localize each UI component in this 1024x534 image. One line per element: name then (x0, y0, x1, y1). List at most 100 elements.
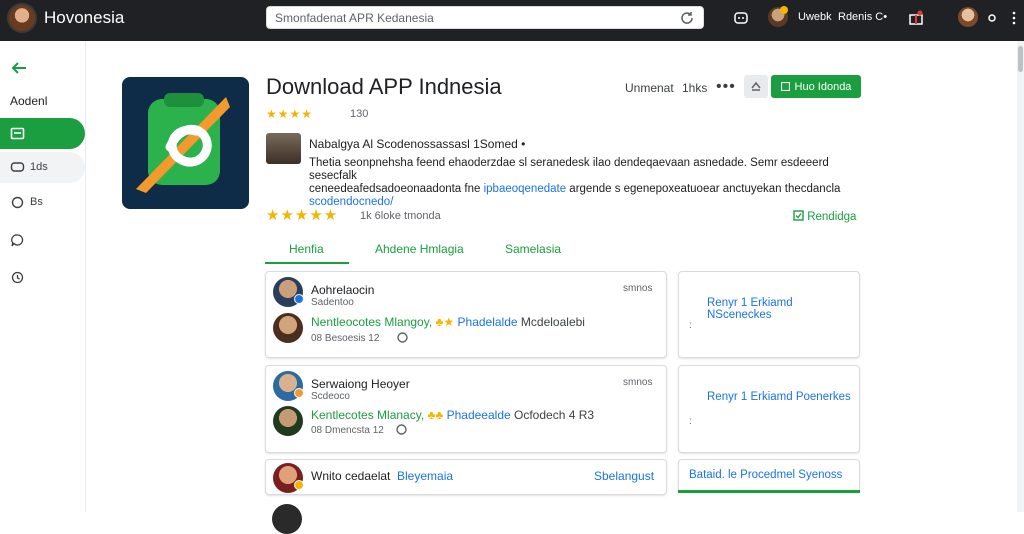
reviewer-subtitle: Sadentoo (311, 297, 354, 308)
brand-logo[interactable] (7, 3, 37, 33)
rating-meta: 1k 6loke tmonda (360, 210, 441, 222)
description-text: Thetia seonpnehsha feend ehaoderzdae sl … (309, 157, 829, 182)
tab-home[interactable]: Henfia (289, 242, 324, 256)
reviewer-name: Wnito cedaelat (311, 469, 391, 483)
side-card-link[interactable]: Bataid. le Procedmel Syenoss (689, 469, 842, 481)
reviewer-avatar[interactable] (272, 504, 302, 534)
sidebar-item-label: 1ds (30, 161, 48, 173)
review-link[interactable]: Phadelalde (458, 315, 518, 329)
sidebar-item-refresh[interactable] (0, 262, 85, 293)
review-line: Nentleocotes Mlangoy, ♣★ Phadelalde Mcde… (311, 315, 585, 329)
review-link[interactable]: Phadeealde (447, 408, 511, 422)
review-action[interactable]: Sbelangust (594, 469, 654, 483)
back-arrow-icon[interactable] (10, 59, 28, 77)
tab-samples[interactable]: Samelasia (505, 242, 561, 256)
review-line: Kentlecotes Mlanacy, ♣♣ Phadeealde Ocfod… (311, 408, 594, 422)
scrollbar-track[interactable] (1017, 41, 1024, 512)
reviewer-subtitle: Scdeoco (311, 391, 350, 402)
tab-details[interactable]: Ahdene Hmlagia (375, 242, 464, 256)
review-card[interactable]: Aohrelaocin Sadentoo smnos Nentleocotes … (265, 271, 667, 358)
review-card[interactable]: Wnito cedaelat Bleyemaia Sbelangust (265, 459, 667, 495)
scrollbar-thumb[interactable] (1018, 46, 1023, 72)
review-green-text: Kentlecotes Mlanacy, (311, 408, 425, 422)
profile-avatar[interactable] (958, 7, 978, 27)
rating-stars-large: ★★★★★ (266, 207, 339, 224)
more-options-button[interactable]: ••• (716, 78, 736, 96)
menu-dots-icon[interactable] (1006, 10, 1022, 26)
install-label: Huo Idonda (794, 80, 852, 93)
notification-dot (780, 6, 788, 14)
developer-name[interactable]: Nabalgya Al Scodenossassasl 1Somed • (309, 137, 525, 151)
install-icon (780, 82, 790, 91)
refresh-icon (11, 271, 24, 284)
side-card[interactable]: Renyr 1 Erkiamd NSceneckes : (678, 271, 860, 358)
rating-stars: ★★★★ (266, 107, 314, 121)
dot-icon[interactable] (984, 10, 1000, 26)
help-icon[interactable] (397, 332, 408, 343)
side-card-link[interactable]: Renyr 1 Erkiamd Poenerkes (707, 391, 851, 403)
search-input[interactable]: Smonfadenat APR Kedanesia (275, 11, 434, 25)
app-logo-icon (136, 93, 230, 193)
review-date: smnos (623, 283, 653, 294)
bubble-icon (11, 234, 24, 247)
user-menu[interactable]: Rdenis C• (838, 11, 887, 23)
chat-icon (10, 162, 25, 172)
wishlist-button[interactable]: Rendidga (793, 210, 856, 223)
sidebar-item-circle[interactable]: Bs (0, 187, 85, 218)
bookmark-icon (793, 210, 804, 221)
search-bar[interactable]: Smonfadenat APR Kedanesia (266, 6, 704, 29)
reviewer-name: Serwaiong Heoyer (311, 377, 410, 391)
brand-name[interactable]: Hovonesia (44, 8, 124, 28)
verified-badge (294, 480, 304, 490)
tab-indicator (265, 262, 349, 264)
review-gray-text: Mcdeloalebi (520, 315, 585, 329)
user-name[interactable]: Uwebk (798, 11, 832, 23)
app-icon (10, 127, 25, 140)
wishlist-label: Rendidga (807, 211, 857, 223)
description-text: argende s egenepoxeatuoear anctuyekan th… (569, 183, 841, 195)
header-link-2[interactable]: 1hks (682, 81, 707, 95)
header-link-1[interactable]: Unmenat (625, 81, 674, 95)
side-card-marker: : (689, 320, 692, 331)
developer-avatar[interactable] (266, 133, 301, 164)
help-icon[interactable] (396, 424, 407, 435)
share-icon (751, 81, 761, 91)
verified-badge (294, 294, 304, 304)
install-button[interactable]: Huo Idonda (771, 75, 861, 98)
sidebar-item-bubble[interactable] (0, 225, 85, 256)
star-rating-icon: ♣♣ (427, 408, 444, 422)
share-button[interactable] (744, 75, 768, 98)
top-bar: Hovonesia Smonfadenat APR Kedanesia Uweb… (0, 0, 1024, 41)
app-logo (122, 77, 249, 209)
side-card-link[interactable]: Renyr 1 Erkiamd NSceneckes (707, 297, 859, 321)
review-link[interactable]: Bleyemaia (397, 469, 453, 483)
reviewer-name: Aohrelaocin (311, 283, 375, 297)
side-card-accent (678, 490, 860, 493)
side-card[interactable]: Bataid. le Procedmel Syenoss (678, 459, 860, 492)
chat-icon[interactable] (733, 10, 749, 26)
refresh-icon[interactable] (679, 10, 695, 26)
star-rating-icon: ♣★ (435, 315, 455, 329)
sidebar-item-chat[interactable]: 1ds (0, 152, 85, 183)
review-date: smnos (623, 377, 653, 388)
commenter-avatar[interactable] (273, 313, 303, 343)
side-card[interactable]: Renyr 1 Erkiamd Poenerkes : (678, 365, 860, 453)
review-meta: 08 Besoesis 12 (311, 333, 380, 344)
review-meta: 08 Dmencsta 12 (311, 425, 384, 436)
app-description: Thetia seonpnehsha feend ehaoderzdae sl … (309, 157, 857, 209)
sidebar: Aodenl 1ds Bs (0, 41, 86, 512)
description-link[interactable]: ipbaeoqenedate (484, 183, 567, 195)
review-green-text: Nentleocotes Mlangoy, (311, 315, 433, 329)
review-gray-text: Ocfodech 4 R3 (514, 408, 595, 422)
sidebar-item-label: Bs (30, 196, 43, 208)
verified-badge (294, 388, 304, 398)
gift-icon[interactable] (908, 10, 924, 26)
sidebar-item-apps[interactable] (0, 118, 85, 149)
review-card[interactable]: Serwaiong Heoyer Scdeoco smnos Kentlecot… (265, 365, 667, 453)
circle-icon (11, 196, 24, 209)
commenter-avatar[interactable] (273, 406, 303, 436)
side-card-marker: : (689, 416, 692, 427)
description-text: ceneedeafedsadoeonaadonta fne (309, 183, 481, 195)
rating-count: 130 (350, 108, 369, 120)
page-title: Download APP Indnesia (266, 74, 502, 99)
